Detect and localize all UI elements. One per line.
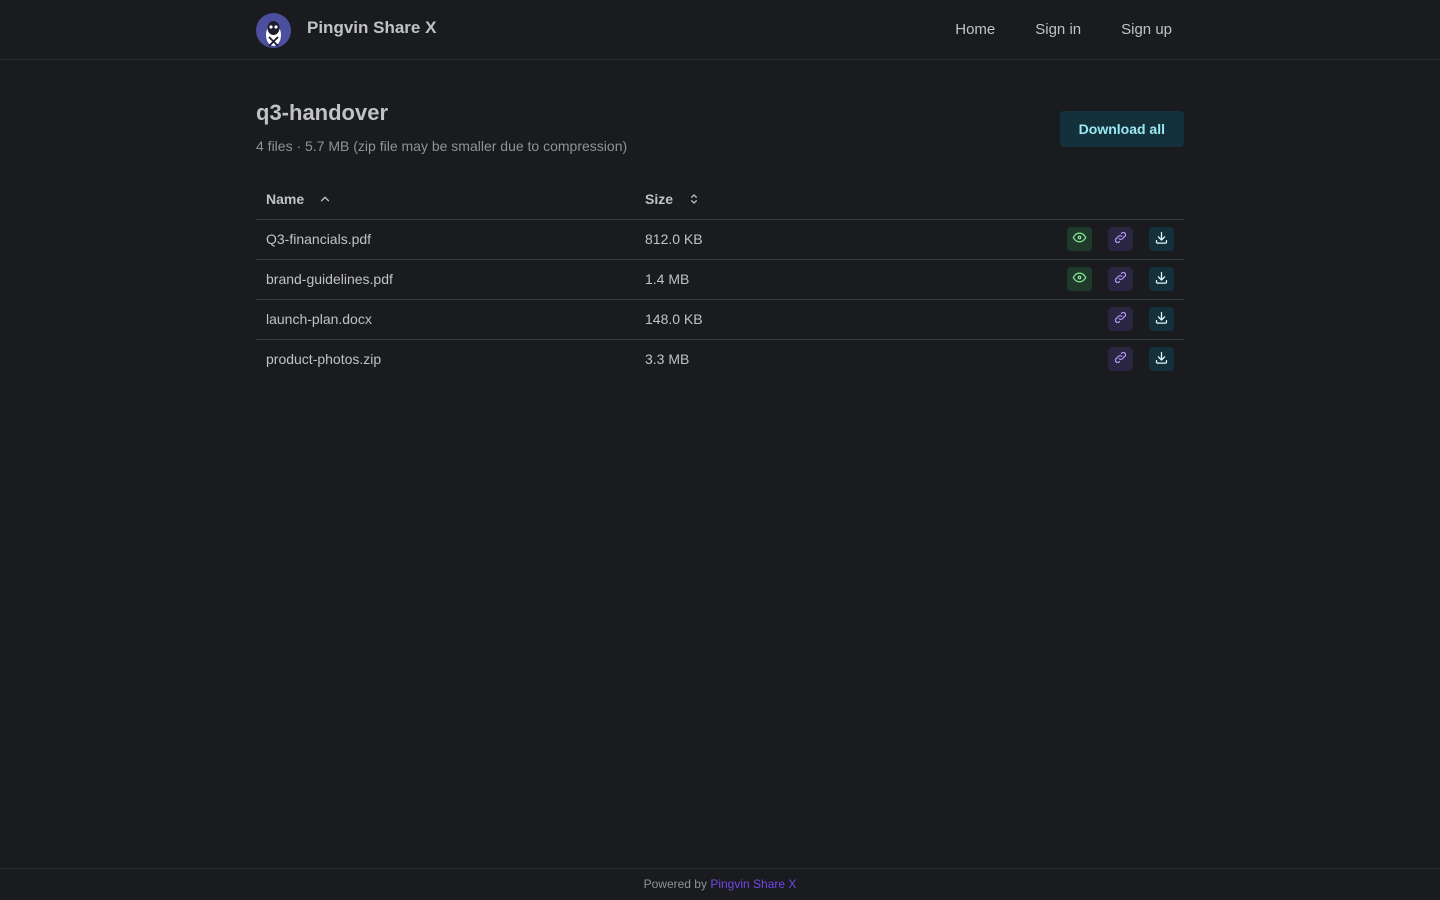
file-actions	[1014, 299, 1184, 340]
file-size: 3.3 MB	[645, 351, 690, 368]
eye-icon	[1072, 230, 1087, 248]
app-title: Pingvin Share X	[307, 18, 437, 37]
link-icon	[1113, 270, 1128, 288]
top-nav: Home Sign in Sign up	[927, 17, 1184, 42]
copy-link-button[interactable]	[1108, 307, 1133, 331]
table-row: brand-guidelines.pdf 1.4 MB	[256, 259, 1184, 300]
header: Pingvin Share X Home Sign in Sign up	[0, 0, 1440, 60]
file-actions	[1014, 219, 1184, 260]
copy-link-button[interactable]	[1108, 227, 1133, 251]
column-header-size[interactable]: Size	[635, 179, 1014, 220]
share-meta: 4 files · 5.7 MB (zip file may be smalle…	[256, 138, 628, 154]
share-title: q3-handover	[256, 100, 389, 125]
link-icon	[1113, 230, 1128, 248]
file-name: product-photos.zip	[266, 351, 382, 368]
file-size: 1.4 MB	[635, 259, 1014, 300]
nav-sign-in[interactable]: Sign in	[1023, 17, 1093, 42]
download-file-button[interactable]	[1149, 227, 1174, 251]
download-file-button[interactable]	[1149, 347, 1174, 372]
column-header-name-label: Name	[266, 190, 305, 207]
link-icon	[1113, 310, 1128, 328]
files-table: Name Size Q3-financials.pdf 812.0 KB bra…	[256, 179, 1184, 379]
file-actions	[1014, 339, 1184, 379]
preview-button[interactable]	[1067, 267, 1092, 291]
download-icon	[1154, 310, 1169, 328]
footer-prefix: Powered by	[643, 877, 707, 891]
file-size: 148.0 KB	[635, 299, 1014, 340]
nav-home[interactable]: Home	[943, 17, 1007, 42]
nav-sign-up[interactable]: Sign up	[1109, 17, 1184, 42]
download-all-button[interactable]: Download all	[1059, 111, 1184, 147]
preview-button[interactable]	[1067, 227, 1092, 251]
column-header-name[interactable]: Name	[256, 179, 635, 220]
column-header-size-label: Size	[645, 190, 674, 207]
table-row: product-photos.zip 3.3 MB	[256, 339, 1184, 379]
file-name: brand-guidelines.pdf	[256, 259, 635, 300]
eye-icon	[1072, 270, 1087, 288]
table-header-row: Name Size	[256, 179, 1184, 220]
copy-link-button[interactable]	[1108, 267, 1133, 291]
selector-icon	[687, 192, 701, 206]
link-icon	[1113, 350, 1128, 368]
table-row: Q3-financials.pdf 812.0 KB	[256, 219, 1184, 260]
brand-link[interactable]: Pingvin Share X	[256, 12, 436, 48]
download-icon	[1154, 230, 1169, 248]
footer-link[interactable]: Pingvin Share X	[710, 877, 796, 891]
footer: Powered by Pingvin Share X	[0, 868, 1440, 900]
download-file-button[interactable]	[1149, 267, 1174, 291]
download-file-button[interactable]	[1149, 307, 1174, 331]
download-icon	[1154, 270, 1169, 288]
download-icon	[1154, 350, 1169, 368]
file-name: launch-plan.docx	[256, 299, 635, 340]
table-row: launch-plan.docx 148.0 KB	[256, 299, 1184, 340]
chevron-up-icon	[318, 192, 332, 206]
file-size: 812.0 KB	[635, 219, 1014, 260]
file-actions	[1014, 259, 1184, 300]
pingvin-logo-icon	[256, 12, 291, 48]
column-header-actions	[1014, 179, 1184, 220]
copy-link-button[interactable]	[1108, 347, 1133, 372]
header-inner: Pingvin Share X Home Sign in Sign up	[256, 0, 1184, 60]
file-name: Q3-financials.pdf	[256, 219, 635, 260]
